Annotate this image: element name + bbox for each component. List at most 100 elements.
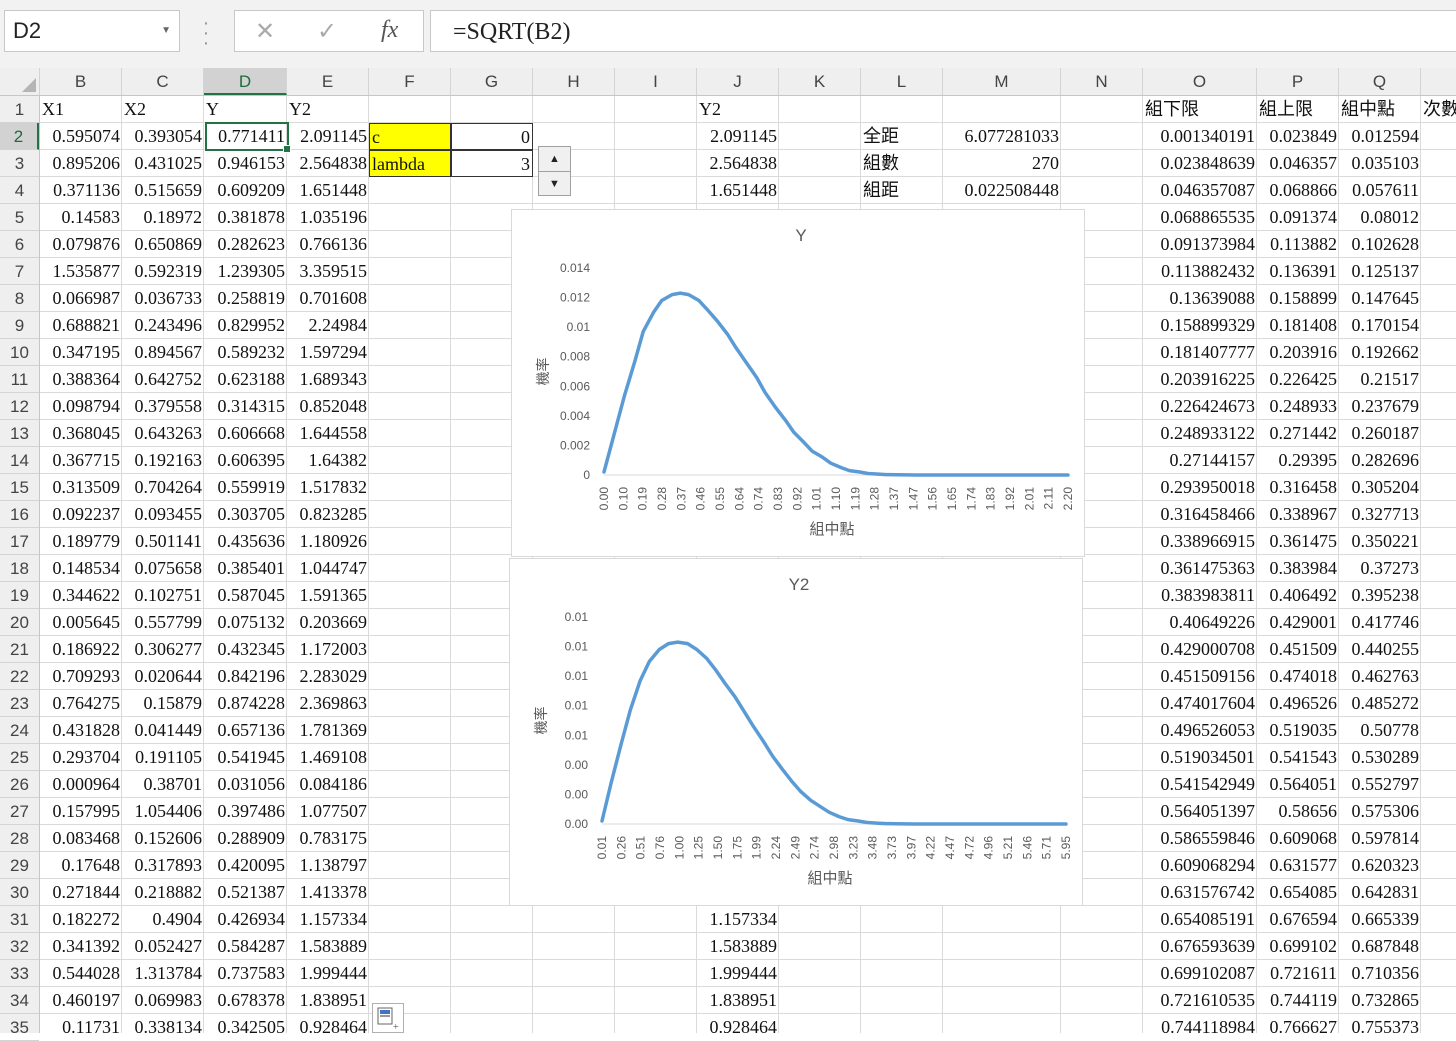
row-header-27[interactable]: 27: [0, 798, 39, 825]
table-cell[interactable]: 1.517832: [287, 474, 369, 501]
table-cell[interactable]: 1.591365: [287, 582, 369, 609]
table-cell[interactable]: 0.737583: [204, 960, 287, 987]
table-cell[interactable]: 1.689343: [287, 366, 369, 393]
row-header-7[interactable]: 7: [0, 258, 39, 285]
table-cell[interactable]: 0.541945: [204, 744, 287, 771]
bin-upper[interactable]: 0.023849: [1257, 123, 1339, 150]
table-cell[interactable]: 0.338134: [122, 1014, 204, 1041]
table-cell[interactable]: 0.606668: [204, 420, 287, 447]
bin-lower[interactable]: 0.113882432: [1143, 258, 1257, 285]
row-header-23[interactable]: 23: [0, 690, 39, 717]
bin-upper[interactable]: 0.338967: [1257, 501, 1339, 528]
bin-upper[interactable]: 0.113882: [1257, 231, 1339, 258]
bin-lower[interactable]: 0.631576742: [1143, 879, 1257, 906]
table-cell[interactable]: 0.368045: [40, 420, 122, 447]
bin-lower[interactable]: 0.40649226: [1143, 609, 1257, 636]
row-header-31[interactable]: 31: [0, 906, 39, 933]
table-cell[interactable]: 0.4904: [122, 906, 204, 933]
column-header-o[interactable]: O: [1143, 68, 1257, 95]
bin-upper[interactable]: 0.203916: [1257, 339, 1339, 366]
table-cell[interactable]: 0.367715: [40, 447, 122, 474]
table-cell[interactable]: 0.650869: [122, 231, 204, 258]
table-cell[interactable]: 0.17648: [40, 852, 122, 879]
table-cell[interactable]: 0.075132: [204, 609, 287, 636]
table-cell[interactable]: 0.678378: [204, 987, 287, 1014]
bin-lower[interactable]: 0.27144157: [1143, 447, 1257, 474]
bin-mid[interactable]: 0.395238: [1339, 582, 1421, 609]
bin-lower[interactable]: 0.496526053: [1143, 717, 1257, 744]
row-header-33[interactable]: 33: [0, 960, 39, 987]
table-cell[interactable]: 0.18972: [122, 204, 204, 231]
table-cell[interactable]: 0.031056: [204, 771, 287, 798]
table-cell[interactable]: 0.098794: [40, 393, 122, 420]
row-header-4[interactable]: 4: [0, 177, 39, 204]
table-cell[interactable]: 0.036733: [122, 285, 204, 312]
bin-mid[interactable]: 0.282696: [1339, 447, 1421, 474]
bin-lower[interactable]: 0.248933122: [1143, 420, 1257, 447]
bin-upper[interactable]: 0.248933: [1257, 393, 1339, 420]
table-cell[interactable]: 0.559919: [204, 474, 287, 501]
active-cell-selection[interactable]: [205, 122, 291, 153]
table-cell[interactable]: 1.999444: [287, 960, 369, 987]
table-cell[interactable]: 0.288909: [204, 825, 287, 852]
row-header-25[interactable]: 25: [0, 744, 39, 771]
table-cell[interactable]: 0.643263: [122, 420, 204, 447]
bin-lower[interactable]: 0.721610535: [1143, 987, 1257, 1014]
table-cell[interactable]: 0.928464: [287, 1014, 369, 1041]
column-header-c[interactable]: C: [122, 68, 204, 95]
bin-mid[interactable]: 0.620323: [1339, 852, 1421, 879]
table-cell[interactable]: 0.271844: [40, 879, 122, 906]
header-cell-q[interactable]: 組中點: [1339, 96, 1421, 123]
series-line[interactable]: [602, 291, 1070, 477]
bin-mid[interactable]: 0.237679: [1339, 393, 1421, 420]
bin-upper[interactable]: 0.631577: [1257, 852, 1339, 879]
bin-mid[interactable]: 0.035103: [1339, 150, 1421, 177]
row-header-26[interactable]: 26: [0, 771, 39, 798]
bin-upper[interactable]: 0.046357: [1257, 150, 1339, 177]
table-cell[interactable]: 1.313784: [122, 960, 204, 987]
row-header-6[interactable]: 6: [0, 231, 39, 258]
cell-j3[interactable]: 2.564838: [697, 150, 779, 177]
table-cell[interactable]: 0.388364: [40, 366, 122, 393]
table-cell[interactable]: 0.431025: [122, 150, 204, 177]
row-header-18[interactable]: 18: [0, 555, 39, 582]
header-cell-p[interactable]: 組上限: [1257, 96, 1339, 123]
table-cell[interactable]: 1.239305: [204, 258, 287, 285]
row-header-30[interactable]: 30: [0, 879, 39, 906]
table-cell[interactable]: 2.283029: [287, 663, 369, 690]
stat-label[interactable]: 組數: [861, 150, 943, 177]
row-header-29[interactable]: 29: [0, 852, 39, 879]
column-header-i[interactable]: I: [615, 68, 697, 95]
table-cell[interactable]: 2.564838: [287, 150, 369, 177]
row-header-8[interactable]: 8: [0, 285, 39, 312]
row-header-24[interactable]: 24: [0, 717, 39, 744]
table-cell[interactable]: 0.186922: [40, 636, 122, 663]
table-cell[interactable]: 0.341392: [40, 933, 122, 960]
table-cell[interactable]: 0.623188: [204, 366, 287, 393]
column-header-l[interactable]: L: [861, 68, 943, 95]
table-cell[interactable]: 0.701608: [287, 285, 369, 312]
bin-upper[interactable]: 0.181408: [1257, 312, 1339, 339]
bin-lower[interactable]: 0.429000708: [1143, 636, 1257, 663]
table-cell[interactable]: 1.469108: [287, 744, 369, 771]
bin-upper[interactable]: 0.58656: [1257, 798, 1339, 825]
bin-lower[interactable]: 0.474017604: [1143, 690, 1257, 717]
table-cell[interactable]: 0.152606: [122, 825, 204, 852]
spin-up-icon[interactable]: ▲: [539, 147, 570, 172]
row-header-20[interactable]: 20: [0, 609, 39, 636]
column-header-n[interactable]: N: [1061, 68, 1143, 95]
table-cell[interactable]: 0.946153: [204, 150, 287, 177]
bin-mid[interactable]: 0.575306: [1339, 798, 1421, 825]
bin-upper[interactable]: 0.766627: [1257, 1014, 1339, 1041]
bin-lower[interactable]: 0.023848639: [1143, 150, 1257, 177]
table-cell[interactable]: 0.000964: [40, 771, 122, 798]
table-cell[interactable]: 0.084186: [287, 771, 369, 798]
bin-lower[interactable]: 0.586559846: [1143, 825, 1257, 852]
table-cell[interactable]: 0.606395: [204, 447, 287, 474]
table-cell[interactable]: 0.381878: [204, 204, 287, 231]
bin-upper[interactable]: 0.406492: [1257, 582, 1339, 609]
bin-upper[interactable]: 0.496526: [1257, 690, 1339, 717]
row-header-16[interactable]: 16: [0, 501, 39, 528]
bin-upper[interactable]: 0.451509: [1257, 636, 1339, 663]
column-header-j[interactable]: J: [697, 68, 779, 95]
